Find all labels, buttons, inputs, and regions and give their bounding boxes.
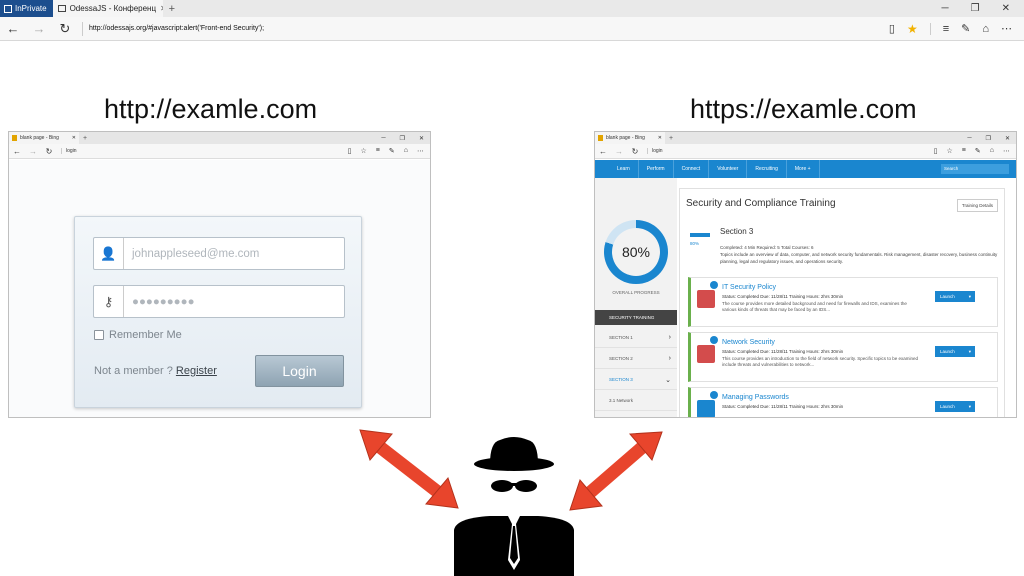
mini-tab: blank page - Bing ✕ bbox=[9, 132, 79, 144]
chevron-right-icon: › bbox=[668, 334, 671, 341]
section-progress-pct: 80% bbox=[690, 241, 700, 246]
check-icon bbox=[710, 281, 718, 289]
section-title: Section 3 bbox=[720, 227, 754, 236]
nav-perform: Perform bbox=[639, 160, 674, 178]
favorite-star-icon[interactable]: ★ bbox=[907, 22, 918, 36]
nav-learn: Learn bbox=[609, 160, 639, 178]
sidebar-item-section-1: SECTION 1 › bbox=[595, 328, 677, 348]
sunglasses-icon bbox=[491, 480, 537, 492]
back-icon[interactable]: ← bbox=[0, 21, 26, 36]
key-icon: ⚷ bbox=[94, 286, 124, 317]
nav-more: More + bbox=[787, 160, 820, 178]
password-field[interactable]: ⚷ ●●●●●●●●● bbox=[93, 285, 345, 318]
course-icon bbox=[697, 400, 715, 417]
course-icon bbox=[697, 345, 715, 363]
restore-icon[interactable]: ❐ bbox=[971, 3, 980, 14]
new-tab-icon[interactable]: + bbox=[163, 3, 181, 15]
remember-checkbox[interactable] bbox=[94, 330, 104, 340]
http-browser-screenshot: blank page - Bing ✕ + ─ ❐ ✕ ← → ↻ login ▯ ☆… bbox=[8, 131, 431, 418]
register-link[interactable]: Register bbox=[176, 365, 217, 377]
launch-button: Launch ▾ bbox=[935, 291, 975, 302]
tab-title: OdessaJS - Конференц bbox=[69, 4, 157, 13]
hub-icon[interactable]: ≡ bbox=[943, 23, 949, 35]
sidebar-item-security-training: SECURITY TRAINING bbox=[595, 310, 677, 325]
user-icon: 👤 bbox=[94, 238, 124, 269]
check-icon bbox=[710, 391, 718, 399]
launch-button: Launch ▾ bbox=[935, 401, 975, 412]
course-card: IT Security Policy Status: Completed Due… bbox=[688, 277, 998, 327]
check-icon bbox=[710, 336, 718, 344]
minimize-icon[interactable]: ─ bbox=[942, 3, 949, 14]
forward-icon: → bbox=[615, 146, 623, 156]
remember-me[interactable]: Remember Me bbox=[94, 329, 182, 341]
new-tab-icon: + bbox=[83, 134, 88, 142]
section-summary: Completed: 4 Min Required: 5 Total Cours… bbox=[720, 245, 998, 264]
nav-volunteer: Volunteer bbox=[709, 160, 748, 178]
web-note-icon[interactable]: ✎ bbox=[961, 22, 970, 35]
inprivate-label: InPrivate bbox=[15, 4, 47, 13]
training-main: Security and Compliance Training Trainin… bbox=[679, 188, 1005, 417]
attacker-illustration bbox=[359, 429, 663, 576]
register-prompt: Not a member ? Register bbox=[94, 365, 217, 377]
progress-ring: 80% bbox=[604, 220, 668, 284]
back-icon: ← bbox=[599, 146, 607, 156]
mini-address: login bbox=[61, 148, 348, 154]
close-icon: ✕ bbox=[657, 135, 662, 141]
section-progress-bar bbox=[690, 233, 710, 237]
overall-progress-label: OVERALL PROGRESS bbox=[612, 290, 660, 295]
course-icon bbox=[697, 290, 715, 308]
login-form: 👤 johnappleseed@me.com ⚷ ●●●●●●●●● Remem… bbox=[74, 216, 362, 408]
refresh-icon: ↻ bbox=[631, 146, 639, 156]
sidebar-item-section-3: SECTION 3 ⌄ bbox=[595, 370, 677, 390]
chevron-right-icon: › bbox=[668, 355, 671, 362]
https-browser-screenshot: blank page - Bing ✕ + ─ ❐ ✕ ← → ↻ login ▯ ☆… bbox=[594, 131, 1017, 418]
training-nav: Learn Perform Connect Volunteer Recruiti… bbox=[595, 160, 1016, 178]
sidebar-item-section-2: SECTION 2 › bbox=[595, 349, 677, 369]
back-icon: ← bbox=[13, 146, 21, 156]
nav-connect: Connect bbox=[674, 160, 710, 178]
caption-http: http://examle.com bbox=[104, 94, 318, 124]
caption-https: https://examle.com bbox=[690, 94, 917, 124]
course-card: Network Security Status: Completed Due: … bbox=[688, 332, 998, 382]
launch-button: Launch ▾ bbox=[935, 346, 975, 357]
course-card: Managing Passwords Status: Completed Due… bbox=[688, 387, 998, 417]
inprivate-badge: InPrivate bbox=[0, 0, 53, 17]
reading-view-icon[interactable]: ▯ bbox=[889, 22, 895, 35]
email-field[interactable]: 👤 johnappleseed@me.com bbox=[93, 237, 345, 270]
page-icon bbox=[57, 5, 66, 12]
forward-icon[interactable]: → bbox=[26, 21, 52, 36]
bing-icon bbox=[598, 135, 603, 141]
browser-tabbar: InPrivate OdessaJS - Конференц ✕ + ─ ❐ ✕ bbox=[0, 0, 1024, 17]
refresh-icon: ↻ bbox=[45, 146, 53, 156]
training-details-button: Training Details bbox=[956, 199, 998, 212]
login-button[interactable]: Login bbox=[255, 355, 344, 387]
refresh-icon[interactable]: ↻ bbox=[52, 21, 78, 37]
forward-icon: → bbox=[29, 146, 37, 156]
training-search: Search bbox=[941, 164, 1009, 174]
spy-hat bbox=[474, 437, 554, 471]
mini-address: login bbox=[647, 148, 934, 154]
window-controls: ─ ❐ ✕ bbox=[942, 3, 1024, 14]
nav-recruiting: Recruiting bbox=[747, 160, 787, 178]
left-double-arrow bbox=[359, 429, 459, 509]
training-title: Security and Compliance Training bbox=[686, 198, 836, 209]
address-bar[interactable]: http://odessajs.org/#javascript:alert('F… bbox=[82, 21, 889, 36]
share-icon[interactable]: ⌂ bbox=[982, 23, 989, 35]
right-double-arrow bbox=[569, 431, 663, 511]
browser-navbar: ← → ↻ http://odessajs.org/#javascript:al… bbox=[0, 17, 1024, 41]
bing-icon bbox=[12, 135, 17, 141]
close-icon: ✕ bbox=[71, 135, 76, 141]
training-sidebar: 80% OVERALL PROGRESS SECURITY TRAINING S… bbox=[595, 178, 677, 417]
browser-tab[interactable]: OdessaJS - Конференц ✕ bbox=[52, 0, 163, 17]
new-tab-icon: + bbox=[669, 134, 674, 142]
close-window-icon[interactable]: ✕ bbox=[1002, 3, 1010, 14]
agent-body bbox=[454, 516, 574, 576]
chevron-down-icon: ⌄ bbox=[665, 376, 671, 384]
progress-value: 80% bbox=[612, 228, 660, 276]
browser-toolbar: ▯ ★ ≡ ✎ ⌂ ⋯ bbox=[889, 22, 1024, 36]
mini-tab: blank page - Bing ✕ bbox=[595, 132, 665, 144]
sidebar-item-network: 3.1 Network bbox=[595, 391, 677, 411]
inprivate-icon bbox=[4, 4, 12, 13]
more-icon[interactable]: ⋯ bbox=[1001, 22, 1012, 35]
